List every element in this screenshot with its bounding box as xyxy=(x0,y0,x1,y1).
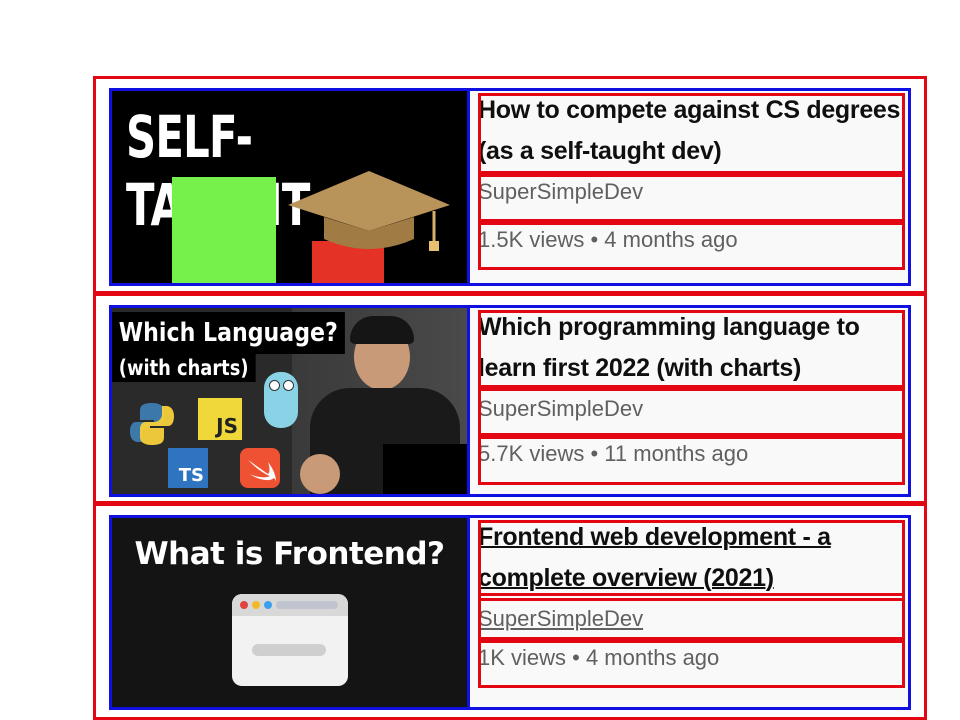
video-title[interactable]: Frontend web development - a complete ov… xyxy=(481,523,902,598)
video-item[interactable]: What is Frontend? Frontend web developme… xyxy=(93,503,927,720)
channel-name[interactable]: SuperSimpleDev xyxy=(481,599,902,637)
video-item[interactable]: SELF-TAUGHT How to compete against CS de… xyxy=(93,76,927,294)
video-thumbnail[interactable]: Which Language? (with charts) JS TS xyxy=(112,308,470,494)
ts-logo-badge: TS xyxy=(168,448,208,488)
gopher-eye xyxy=(269,380,280,391)
video-thumbnail[interactable]: SELF-TAUGHT xyxy=(112,91,470,283)
js-logo-label: JS xyxy=(216,414,238,438)
video-stats: 1.5K views • 4 months ago xyxy=(478,227,738,252)
thumbnail-subheadline: (with charts) xyxy=(112,354,256,382)
thumbnail-headline: What is Frontend? xyxy=(134,536,445,572)
thumbnail-headline: Which Language? xyxy=(112,312,345,354)
gopher-eye xyxy=(283,380,294,391)
channel-name[interactable]: SuperSimpleDev xyxy=(481,177,902,212)
channel-name[interactable]: SuperSimpleDev xyxy=(481,389,902,429)
browser-window-icon xyxy=(232,594,348,686)
video-thumbnail[interactable]: What is Frontend? xyxy=(112,518,470,707)
video-stats: 1K views • 4 months ago xyxy=(478,645,720,670)
presenter-hand xyxy=(300,454,340,494)
video-stats: 5.7K views • 11 months ago xyxy=(478,441,749,466)
go-gopher-icon xyxy=(264,372,298,428)
video-title[interactable]: How to compete against CS degrees (as a … xyxy=(481,96,902,171)
python-logo-icon xyxy=(130,403,174,445)
video-title[interactable]: Which programming language to learn firs… xyxy=(481,313,902,388)
js-logo-badge: JS xyxy=(198,398,242,440)
green-bar-graphic xyxy=(172,177,276,283)
video-item[interactable]: Which Language? (with charts) JS TS Whic… xyxy=(93,293,927,504)
swift-logo-icon xyxy=(240,448,280,488)
presenter-hair xyxy=(350,316,414,344)
dark-overlay-block xyxy=(383,444,467,494)
ts-logo-label: TS xyxy=(178,465,204,486)
graduation-cap-icon xyxy=(288,171,450,251)
